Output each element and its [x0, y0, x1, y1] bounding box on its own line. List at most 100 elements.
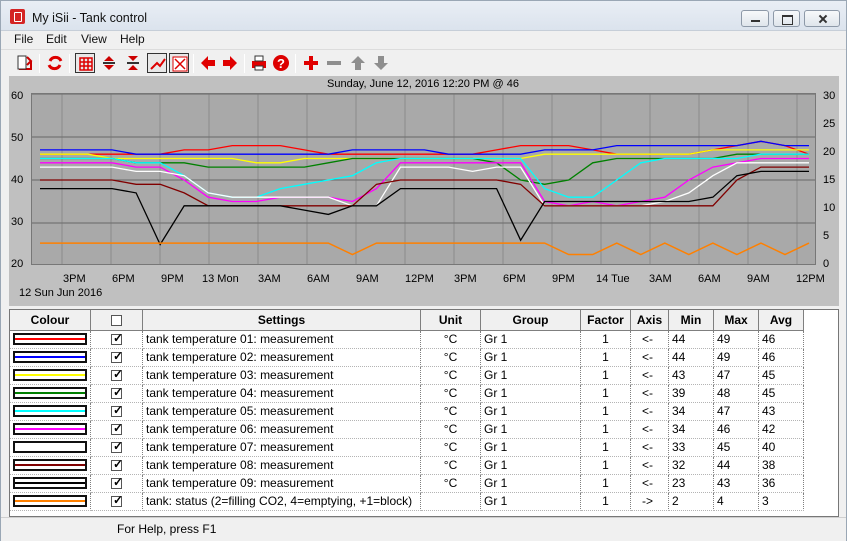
- menu-view[interactable]: View: [81, 32, 107, 46]
- table-row[interactable]: tank temperature 09: measurement °C Gr 1…: [10, 474, 804, 493]
- checkbox-cell[interactable]: [90, 492, 143, 511]
- table-row[interactable]: tank temperature 03: measurement °C Gr 1…: [10, 366, 804, 385]
- header-visible[interactable]: [90, 310, 143, 331]
- checkbox-cell[interactable]: [90, 420, 143, 439]
- series-color-swatch[interactable]: [13, 441, 87, 453]
- maximize-button[interactable]: [773, 10, 800, 27]
- series-color-swatch[interactable]: [13, 387, 87, 399]
- series-visible-checkbox[interactable]: [111, 421, 123, 436]
- print-icon[interactable]: [249, 53, 269, 73]
- checkbox-cell[interactable]: [90, 366, 143, 385]
- settings-cell[interactable]: tank temperature 08: measurement: [142, 456, 421, 475]
- series-visible-checkbox[interactable]: [111, 403, 123, 418]
- color-cell[interactable]: [10, 366, 91, 385]
- right-arrow-icon[interactable]: [220, 53, 240, 73]
- grid-icon[interactable]: [75, 53, 95, 73]
- series-color-swatch[interactable]: [13, 459, 87, 471]
- trend-icon[interactable]: [147, 53, 167, 73]
- series-visible-checkbox[interactable]: [111, 331, 123, 346]
- close-button[interactable]: [804, 10, 840, 27]
- checkbox-cell[interactable]: [90, 384, 143, 403]
- header-checkbox[interactable]: [111, 315, 122, 327]
- series-color-swatch[interactable]: [13, 369, 87, 381]
- checkbox-cell[interactable]: [90, 348, 143, 367]
- settings-cell[interactable]: tank temperature 05: measurement: [142, 402, 421, 421]
- color-cell[interactable]: [10, 384, 91, 403]
- down-icon[interactable]: [371, 53, 391, 73]
- settings-cell[interactable]: tank temperature 06: measurement: [142, 420, 421, 439]
- series-color-swatch[interactable]: [13, 495, 87, 507]
- color-cell[interactable]: [10, 348, 91, 367]
- header-group[interactable]: Group: [480, 310, 581, 331]
- settings-cell[interactable]: tank temperature 07: measurement: [142, 438, 421, 457]
- header-min[interactable]: Min: [668, 310, 714, 331]
- checkbox-cell[interactable]: [90, 474, 143, 493]
- series-visible-checkbox[interactable]: [111, 475, 123, 490]
- factor-cell: 1: [580, 330, 631, 349]
- settings-cell[interactable]: tank temperature 02: measurement: [142, 348, 421, 367]
- minimize-button[interactable]: [741, 10, 769, 27]
- series-color-swatch[interactable]: [13, 405, 87, 417]
- export-icon[interactable]: [15, 53, 35, 73]
- table-row[interactable]: tank temperature 07: measurement °C Gr 1…: [10, 438, 804, 457]
- color-cell[interactable]: [10, 474, 91, 493]
- header-settings[interactable]: Settings: [142, 310, 421, 331]
- checkbox-cell[interactable]: [90, 438, 143, 457]
- color-cell[interactable]: [10, 456, 91, 475]
- settings-cell[interactable]: tank temperature 04: measurement: [142, 384, 421, 403]
- expand-vertical-icon[interactable]: [99, 53, 119, 73]
- table-row[interactable]: tank: status (2=filling CO2, 4=emptying,…: [10, 492, 804, 511]
- header-max[interactable]: Max: [713, 310, 759, 331]
- max-cell: 43: [713, 474, 759, 493]
- checkbox-cell[interactable]: [90, 402, 143, 421]
- settings-cell[interactable]: tank temperature 01: measurement: [142, 330, 421, 349]
- refresh-icon[interactable]: [45, 53, 65, 73]
- series-visible-checkbox[interactable]: [111, 439, 123, 454]
- main-window: My iSii - Tank control File Edit View He…: [0, 0, 847, 541]
- series-color-swatch[interactable]: [13, 333, 87, 345]
- series-visible-checkbox[interactable]: [111, 367, 123, 382]
- menu-help[interactable]: Help: [120, 32, 145, 46]
- settings-cell[interactable]: tank temperature 09: measurement: [142, 474, 421, 493]
- table-row[interactable]: tank temperature 01: measurement °C Gr 1…: [10, 330, 804, 349]
- header-factor[interactable]: Factor: [580, 310, 631, 331]
- table-row[interactable]: tank temperature 06: measurement °C Gr 1…: [10, 420, 804, 439]
- settings-cell[interactable]: tank temperature 03: measurement: [142, 366, 421, 385]
- avg-cell: 36: [758, 474, 804, 493]
- checkbox-cell[interactable]: [90, 456, 143, 475]
- chart-area: Sunday, June 12, 2016 12:20 PM @ 46 60 5…: [9, 76, 839, 306]
- series-visible-checkbox[interactable]: [111, 349, 123, 364]
- series-color-swatch[interactable]: [13, 423, 87, 435]
- table-row[interactable]: tank temperature 08: measurement °C Gr 1…: [10, 456, 804, 475]
- series-visible-checkbox[interactable]: [111, 385, 123, 400]
- min-cell: 33: [668, 438, 714, 457]
- remove-icon[interactable]: [324, 53, 344, 73]
- series-visible-checkbox[interactable]: [111, 493, 123, 508]
- header-colour[interactable]: Colour: [10, 310, 91, 331]
- cancel-icon[interactable]: [169, 53, 189, 73]
- menu-file[interactable]: File: [14, 32, 33, 46]
- compress-vertical-icon[interactable]: [123, 53, 143, 73]
- table-row[interactable]: tank temperature 02: measurement °C Gr 1…: [10, 348, 804, 367]
- help-icon[interactable]: ?: [271, 53, 291, 73]
- table-row[interactable]: tank temperature 05: measurement °C Gr 1…: [10, 402, 804, 421]
- color-cell[interactable]: [10, 402, 91, 421]
- plot-area[interactable]: [31, 93, 816, 265]
- header-unit[interactable]: Unit: [420, 310, 481, 331]
- header-axis[interactable]: Axis: [630, 310, 669, 331]
- checkbox-cell[interactable]: [90, 330, 143, 349]
- series-color-swatch[interactable]: [13, 351, 87, 363]
- color-cell[interactable]: [10, 420, 91, 439]
- left-arrow-icon[interactable]: [198, 53, 218, 73]
- color-cell[interactable]: [10, 330, 91, 349]
- color-cell[interactable]: [10, 492, 91, 511]
- up-icon[interactable]: [348, 53, 368, 73]
- settings-cell[interactable]: tank: status (2=filling CO2, 4=emptying,…: [142, 492, 421, 511]
- add-icon[interactable]: [301, 53, 321, 73]
- table-row[interactable]: tank temperature 04: measurement °C Gr 1…: [10, 384, 804, 403]
- series-visible-checkbox[interactable]: [111, 457, 123, 472]
- header-avg[interactable]: Avg: [758, 310, 804, 331]
- color-cell[interactable]: [10, 438, 91, 457]
- series-color-swatch[interactable]: [13, 477, 87, 489]
- menu-edit[interactable]: Edit: [46, 32, 67, 46]
